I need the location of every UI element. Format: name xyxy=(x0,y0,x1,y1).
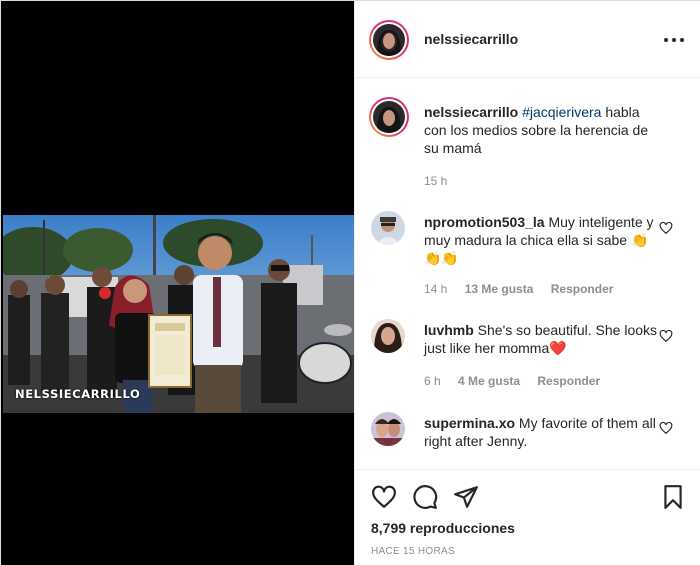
caption-text: nelssiecarrillo #jacqierivera habla con … xyxy=(424,103,664,157)
comment-username[interactable]: npromotion503_la xyxy=(424,214,545,230)
caption-meta: 15 h xyxy=(424,174,461,188)
video-watermark: NELSSIECARRILLO xyxy=(15,387,141,401)
post-timestamp[interactable]: HACE 15 HORAS xyxy=(371,546,455,557)
commenter-avatar[interactable] xyxy=(371,211,405,245)
comment-username[interactable]: supermina.xo xyxy=(424,415,515,431)
post-header: nelssiecarrillo xyxy=(355,1,700,78)
comment-likes[interactable]: 4 Me gusta xyxy=(458,374,520,388)
comment-meta: 14 h 13 Me gusta Responder xyxy=(424,282,627,296)
heart-icon[interactable] xyxy=(659,221,673,235)
caption-username[interactable]: nelssiecarrillo xyxy=(424,104,518,120)
share-icon[interactable] xyxy=(453,484,479,510)
comment-username[interactable]: luvhmb xyxy=(424,322,474,338)
comment-age[interactable]: 6 h xyxy=(424,374,441,388)
reply-button[interactable]: Responder xyxy=(551,282,614,296)
comment-text: luvhmb She's so beautiful. She looks jus… xyxy=(424,321,664,357)
author-avatar[interactable] xyxy=(369,20,409,60)
post-video[interactable]: NELSSIECARRILLO xyxy=(1,1,354,565)
view-count[interactable]: 8,799 reproducciones xyxy=(371,520,515,536)
caption-avatar[interactable] xyxy=(369,97,409,137)
caption-age[interactable]: 15 h xyxy=(424,174,447,188)
caption-hashtag[interactable]: #jacqierivera xyxy=(522,104,601,120)
comment-likes[interactable]: 13 Me gusta xyxy=(465,282,534,296)
comment-meta: 6 h 4 Me gusta Responder xyxy=(424,374,614,388)
bookmark-icon[interactable] xyxy=(660,484,686,510)
commenter-avatar[interactable] xyxy=(371,319,405,353)
comments-list: nelssiecarrillo #jacqierivera habla con … xyxy=(355,79,700,469)
heart-icon[interactable] xyxy=(659,421,673,435)
comment-icon[interactable] xyxy=(412,484,438,510)
post-photo xyxy=(3,215,354,413)
more-options-icon[interactable] xyxy=(664,30,684,50)
post-side-panel: nelssiecarrillo nelssiecarrillo #jacqier… xyxy=(354,1,700,565)
commenter-avatar[interactable] xyxy=(371,412,405,446)
instagram-post: NELSSIECARRILLO nelssiecarrillo nelssiec… xyxy=(0,0,700,565)
heart-icon[interactable] xyxy=(371,484,397,510)
reply-button[interactable]: Responder xyxy=(537,374,600,388)
author-username[interactable]: nelssiecarrillo xyxy=(424,31,518,47)
post-actions: 8,799 reproducciones HACE 15 HORAS xyxy=(355,469,700,565)
comment-age[interactable]: 14 h xyxy=(424,282,447,296)
comment-text: npromotion503_la Muy inteligente y muy m… xyxy=(424,213,664,267)
heart-icon[interactable] xyxy=(659,329,673,343)
comment-text: supermina.xo My favorite of them all rig… xyxy=(424,414,664,450)
